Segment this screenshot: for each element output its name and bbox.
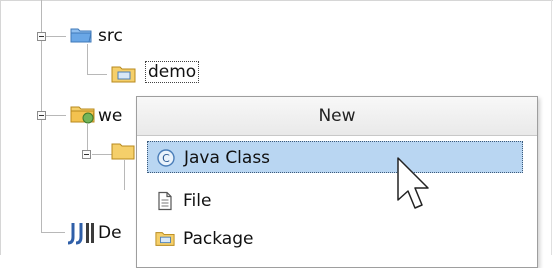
tree-guide-line bbox=[87, 74, 107, 75]
tree-guide-line bbox=[41, 0, 42, 36]
tree-item-de[interactable]: De bbox=[98, 223, 122, 243]
source-folder-icon bbox=[70, 28, 92, 43]
file-icon bbox=[158, 191, 172, 211]
tree-item-web[interactable]: we bbox=[98, 106, 122, 126]
tree-guide-line bbox=[41, 232, 65, 233]
tree-guide-line bbox=[46, 115, 66, 116]
web-folder-icon bbox=[70, 106, 95, 124]
tree-guide-line bbox=[92, 154, 112, 155]
tree-item-src[interactable]: src bbox=[98, 26, 123, 46]
tree-guide-line bbox=[87, 44, 88, 74]
menu-item-java-class[interactable]: C Java Class bbox=[147, 141, 523, 173]
menu-item-file[interactable]: File bbox=[147, 185, 523, 217]
collapse-icon[interactable] bbox=[37, 32, 46, 41]
menu-item-label: File bbox=[183, 191, 212, 211]
menu-item-label: Java Class bbox=[184, 148, 271, 168]
collapse-icon[interactable] bbox=[37, 111, 46, 120]
package-folder-icon bbox=[111, 66, 136, 83]
mouse-cursor-icon bbox=[397, 157, 429, 209]
tree-item-demo[interactable]: demo bbox=[144, 61, 200, 83]
folder-icon bbox=[111, 143, 135, 160]
tree-guide-line bbox=[41, 40, 42, 115]
java-class-icon: C bbox=[157, 149, 175, 167]
svg-text:C: C bbox=[162, 152, 170, 165]
new-popup-menu: New C Java Class File Package bbox=[136, 96, 538, 268]
java-ee-icon bbox=[67, 223, 94, 245]
menu-item-label: Package bbox=[183, 229, 254, 249]
tree-guide-line bbox=[124, 160, 125, 190]
menu-item-package[interactable]: Package bbox=[147, 223, 523, 255]
collapse-icon[interactable] bbox=[82, 150, 91, 159]
tree-guide-line bbox=[41, 120, 42, 232]
tree-guide-line bbox=[46, 36, 66, 37]
popup-title: New bbox=[137, 97, 537, 136]
package-icon bbox=[155, 232, 175, 246]
